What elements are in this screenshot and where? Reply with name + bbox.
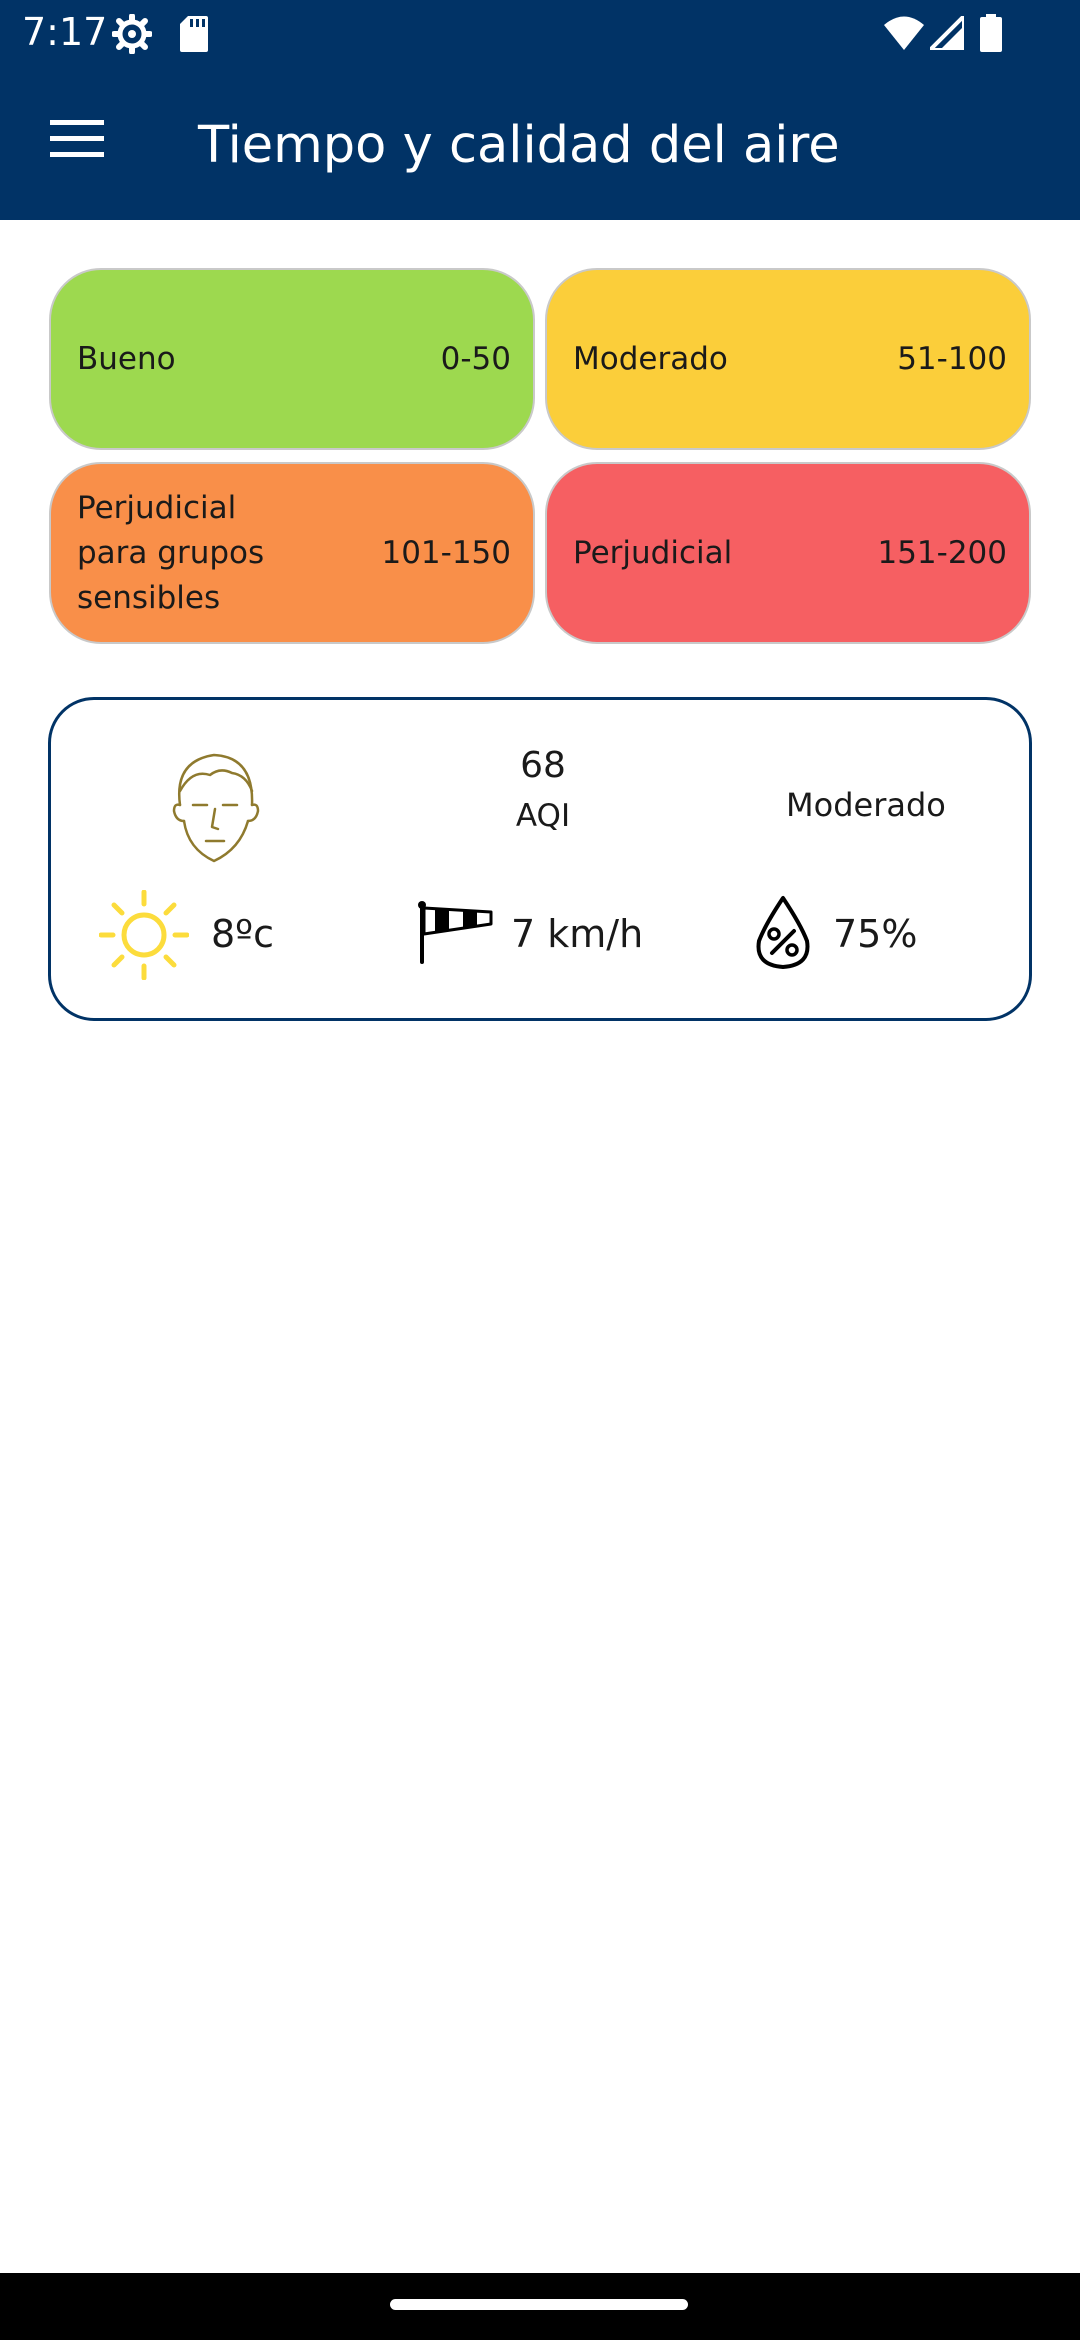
wind-value: 7 km/h [511, 912, 644, 956]
sd-card-icon [180, 16, 208, 56]
aqi-category: Moderado [786, 786, 946, 824]
settings-icon [111, 13, 153, 58]
temperature-value: 8ºc [211, 912, 274, 956]
windsock-icon [417, 900, 493, 968]
battery-icon [980, 14, 1002, 56]
air-quality-summary-card: 68 AQI Moderado 8ºc 7 km/h 75% [48, 697, 1032, 1021]
legend-range: 101-150 [381, 535, 511, 571]
hamburger-menu-icon [50, 120, 104, 157]
page-title: Tiempo y calidad del aire [198, 116, 840, 175]
aqi-label: AQI [515, 798, 571, 834]
app-bar: Tiempo y calidad del aire [0, 64, 1080, 220]
legend-range: 51-100 [897, 341, 1007, 377]
aqi-value: 68 [520, 745, 566, 786]
humidity-drop-icon [751, 895, 815, 975]
legend-label: Perjudicial [573, 534, 733, 571]
legend-range: 0-50 [440, 341, 511, 377]
legend-range: 151-200 [877, 535, 1007, 571]
home-gesture-handle[interactable] [390, 2299, 688, 2310]
legend-label: Perjudicial para grupos sensibles [77, 489, 265, 616]
humidity-value: 75% [833, 912, 918, 956]
wifi-icon [884, 16, 924, 54]
sun-icon [98, 889, 190, 984]
legend-card-good: Bueno 0-50 [49, 268, 535, 450]
legend-label: Moderado [573, 340, 728, 377]
status-time: 7:17 [22, 10, 108, 54]
legend-card-moderate: Moderado 51-100 [545, 268, 1031, 450]
face-icon [166, 747, 264, 871]
legend-label: Bueno [77, 340, 176, 377]
legend-card-unhealthy: Perjudicial 151-200 [545, 462, 1031, 644]
legend-card-sensitive-groups: Perjudicial para grupos sensibles 101-15… [49, 462, 535, 644]
menu-button[interactable] [30, 108, 126, 172]
signal-icon [925, 11, 966, 54]
status-bar: 7:17 [0, 0, 1080, 64]
navigation-bar [0, 2273, 1080, 2340]
